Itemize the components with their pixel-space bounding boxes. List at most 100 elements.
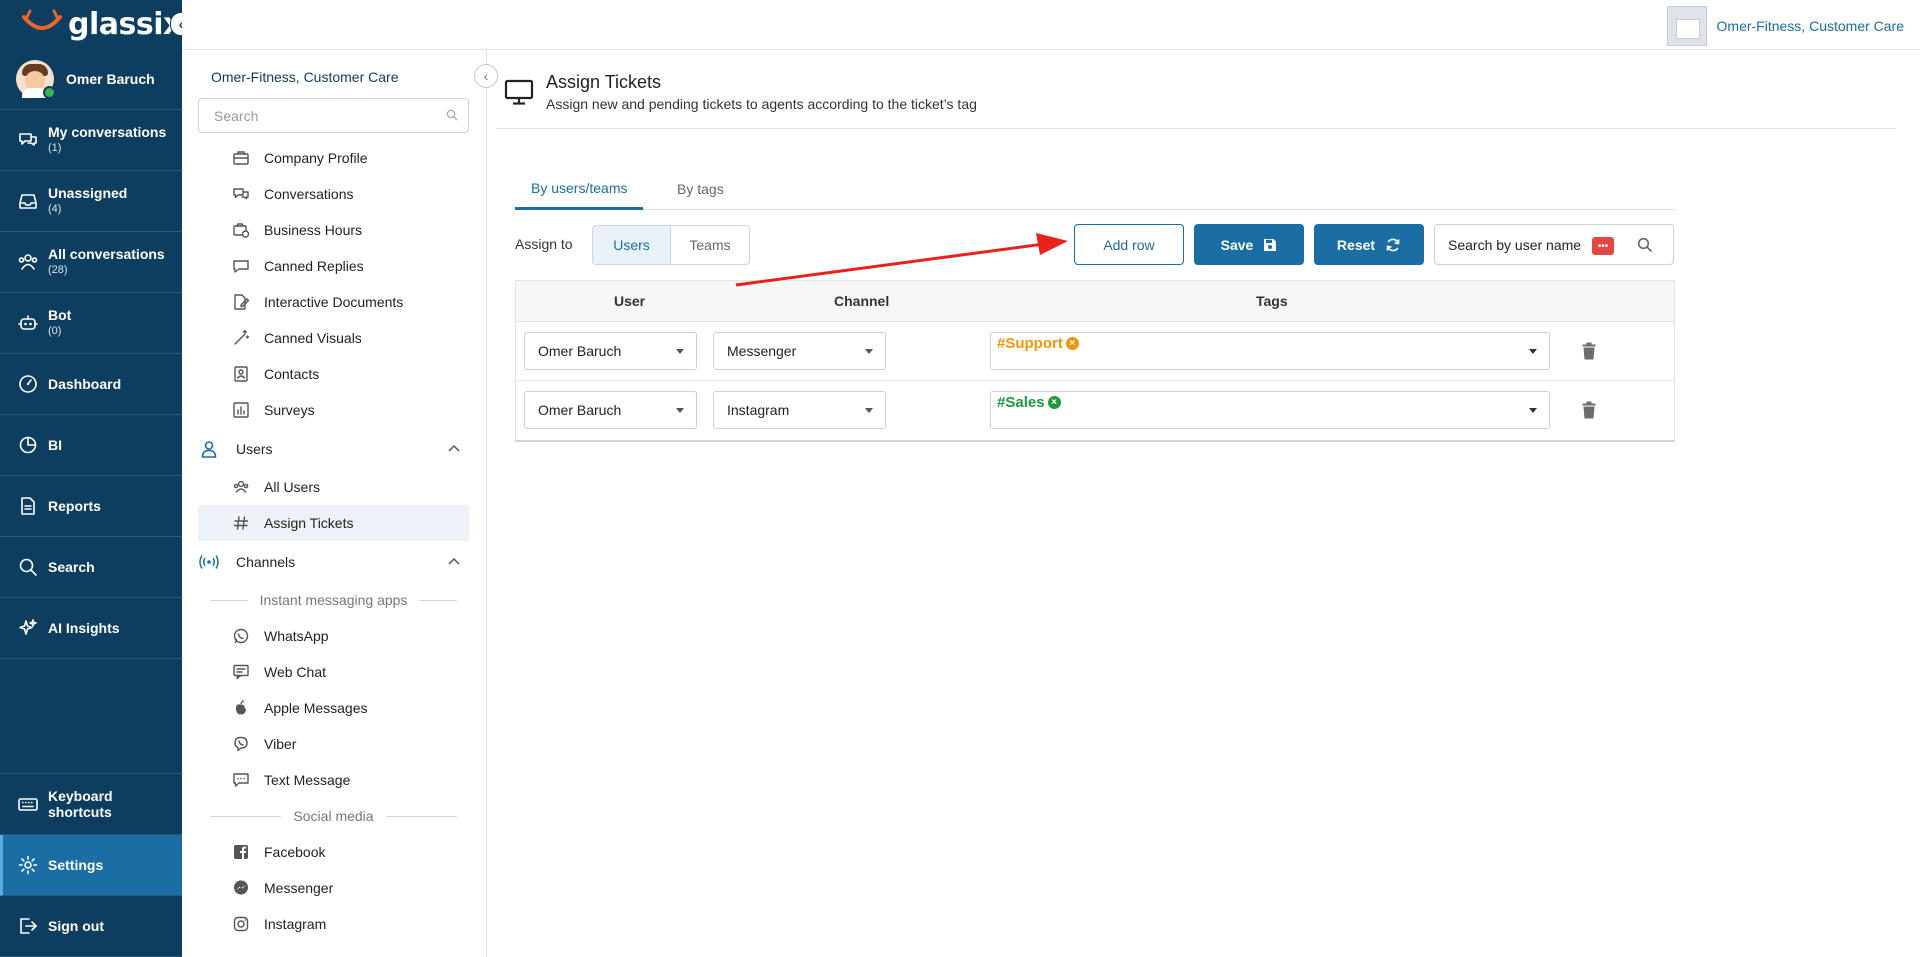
nav-item-label: Dashboard: [48, 376, 122, 392]
nav-item-unassigned[interactable]: Unassigned (4): [0, 171, 182, 232]
nav-item-bi[interactable]: BI: [0, 415, 182, 476]
assign-teams-button[interactable]: Teams: [671, 226, 749, 264]
settings-item-business-hours[interactable]: Business Hours: [198, 212, 469, 248]
nav-item-ai-insights[interactable]: AI Insights: [0, 598, 182, 659]
password-manager-icon[interactable]: •••: [1592, 237, 1614, 255]
settings-item-conversations[interactable]: Conversations: [198, 176, 469, 212]
user-select[interactable]: Omer Baruch: [524, 391, 697, 429]
nav-menu: My conversations (1) Unassigned (4) All conv…: [0, 110, 182, 659]
add-row-button[interactable]: Add row: [1074, 224, 1184, 265]
hash-icon: [232, 514, 250, 532]
logo: glassix ‹: [0, 0, 192, 48]
user-name: Omer Baruch: [66, 70, 155, 87]
nav-item-bot[interactable]: Bot (0): [0, 293, 182, 354]
settings-item-surveys[interactable]: Surveys: [198, 392, 469, 428]
search-placeholder: Search: [214, 107, 259, 124]
settings-item-text-message[interactable]: Text Message: [198, 762, 469, 798]
user-select[interactable]: Omer Baruch: [524, 332, 697, 370]
tag-label: #Support: [997, 335, 1063, 352]
settings-item-messenger[interactable]: Messenger: [198, 870, 469, 906]
sign-out-icon: [16, 914, 40, 938]
save-button[interactable]: Save: [1194, 224, 1304, 265]
settings-item-facebook[interactable]: Facebook: [198, 834, 469, 870]
settings-group-channels[interactable]: Channels: [198, 541, 469, 582]
settings-item-apple-messages[interactable]: Apple Messages: [198, 690, 469, 726]
table-row: Omer Baruch Messenger #Support ×: [516, 322, 1674, 381]
sparkles-icon: [16, 616, 40, 640]
top-bar: Omer-Fitness, Customer Care: [182, 0, 1920, 50]
gauge-icon: [16, 372, 40, 396]
settings-item-canned-replies[interactable]: Canned Replies: [198, 248, 469, 284]
facebook-icon: [232, 843, 250, 861]
settings-item-company-profile[interactable]: Company Profile: [198, 140, 469, 176]
column-channel: Channel: [834, 293, 890, 309]
settings-search-input[interactable]: Search: [198, 98, 469, 133]
settings-item-all-users[interactable]: All Users: [198, 469, 469, 505]
settings-item-label: Viber: [264, 736, 297, 752]
messenger-icon: [232, 879, 250, 897]
nav-item-sign-out[interactable]: Sign out: [0, 896, 182, 957]
inbox-icon: [16, 189, 40, 213]
tabs: By users/teams By tags: [515, 168, 1675, 210]
nav-bottom-menu: Keyboard shortcuts Settings Sign out: [0, 773, 182, 957]
user-select-value: Omer Baruch: [538, 343, 622, 359]
tags-select[interactable]: #Support ×: [990, 332, 1550, 370]
chat-bubble-icon: [232, 257, 250, 275]
nav-item-search[interactable]: Search: [0, 537, 182, 598]
settings-item-label: Canned Replies: [264, 258, 364, 274]
tab-by-tags[interactable]: By tags: [661, 168, 740, 210]
settings-item-instagram[interactable]: Instagram: [198, 906, 469, 942]
nav-item-label: Sign out: [48, 918, 104, 934]
whatsapp-icon: [232, 627, 250, 645]
search-icon: [16, 555, 40, 579]
document-icon: [16, 494, 40, 518]
remove-tag-icon[interactable]: ×: [1047, 396, 1061, 409]
settings-item-viber[interactable]: Viber: [198, 726, 469, 762]
reset-label: Reset: [1336, 236, 1376, 253]
section-label: Instant messaging apps: [259, 592, 408, 608]
table-header: User Channel Tags: [516, 281, 1674, 322]
settings-item-web-chat[interactable]: Web Chat: [198, 654, 469, 690]
search-icon[interactable]: [1637, 237, 1653, 253]
company-logo-icon: [1666, 6, 1707, 46]
tab-by-users-teams[interactable]: By users/teams: [515, 168, 644, 210]
avatar: [16, 59, 56, 99]
nav-item-settings[interactable]: Settings: [0, 835, 182, 896]
company-name: Omer-Fitness, Customer Care: [1716, 18, 1904, 34]
caret-down-icon: [865, 408, 873, 413]
settings-item-whatsapp[interactable]: WhatsApp: [198, 618, 469, 654]
settings-item-interactive-documents[interactable]: Interactive Documents: [198, 284, 469, 320]
settings-menu: Company Profile Conversations Business Hou…: [198, 140, 469, 942]
broadcast-icon: [198, 551, 220, 573]
online-status-icon: [43, 85, 56, 99]
settings-item-label: Apple Messages: [264, 700, 368, 716]
nav-item-count: (0): [48, 325, 62, 337]
settings-item-label: All Users: [264, 479, 321, 495]
table-body: Omer Baruch Messenger #Support × Omer Baruch…: [516, 322, 1674, 440]
company-switcher[interactable]: Omer-Fitness, Customer Care: [1666, 6, 1904, 46]
user-search-input[interactable]: Search by user name •••: [1434, 224, 1674, 265]
settings-item-contacts[interactable]: Contacts: [198, 356, 469, 392]
nav-item-my-conversations[interactable]: My conversations (1): [0, 110, 182, 171]
settings-group-users[interactable]: Users: [198, 428, 469, 469]
nav-item-count: (28): [48, 264, 68, 276]
settings-item-canned-visuals[interactable]: Canned Visuals: [198, 320, 469, 356]
nav-item-label: Keyboard shortcuts: [48, 788, 113, 820]
user-profile[interactable]: Omer Baruch: [0, 48, 182, 110]
nav-item-dashboard[interactable]: Dashboard: [0, 354, 182, 415]
nav-item-label: My conversations (1): [48, 124, 167, 154]
remove-tag-icon[interactable]: ×: [1065, 337, 1079, 350]
nav-item-keyboard-shortcuts[interactable]: Keyboard shortcuts: [0, 774, 182, 835]
channel-select[interactable]: Messenger: [713, 332, 886, 370]
trash-icon[interactable]: [1582, 401, 1596, 419]
settings-item-assign-tickets[interactable]: Assign Tickets: [198, 505, 469, 541]
assign-users-button[interactable]: Users: [593, 226, 671, 264]
page-header: Assign Tickets Assign new and pending ti…: [496, 72, 1896, 129]
reset-button[interactable]: Reset: [1314, 224, 1424, 265]
nav-item-label: Unassigned (4): [48, 185, 128, 215]
nav-item-all-conversations[interactable]: All conversations (28): [0, 232, 182, 293]
nav-item-reports[interactable]: Reports: [0, 476, 182, 537]
tags-select[interactable]: #Sales ×: [990, 391, 1550, 429]
channel-select[interactable]: Instagram: [713, 391, 886, 429]
trash-icon[interactable]: [1582, 342, 1596, 360]
